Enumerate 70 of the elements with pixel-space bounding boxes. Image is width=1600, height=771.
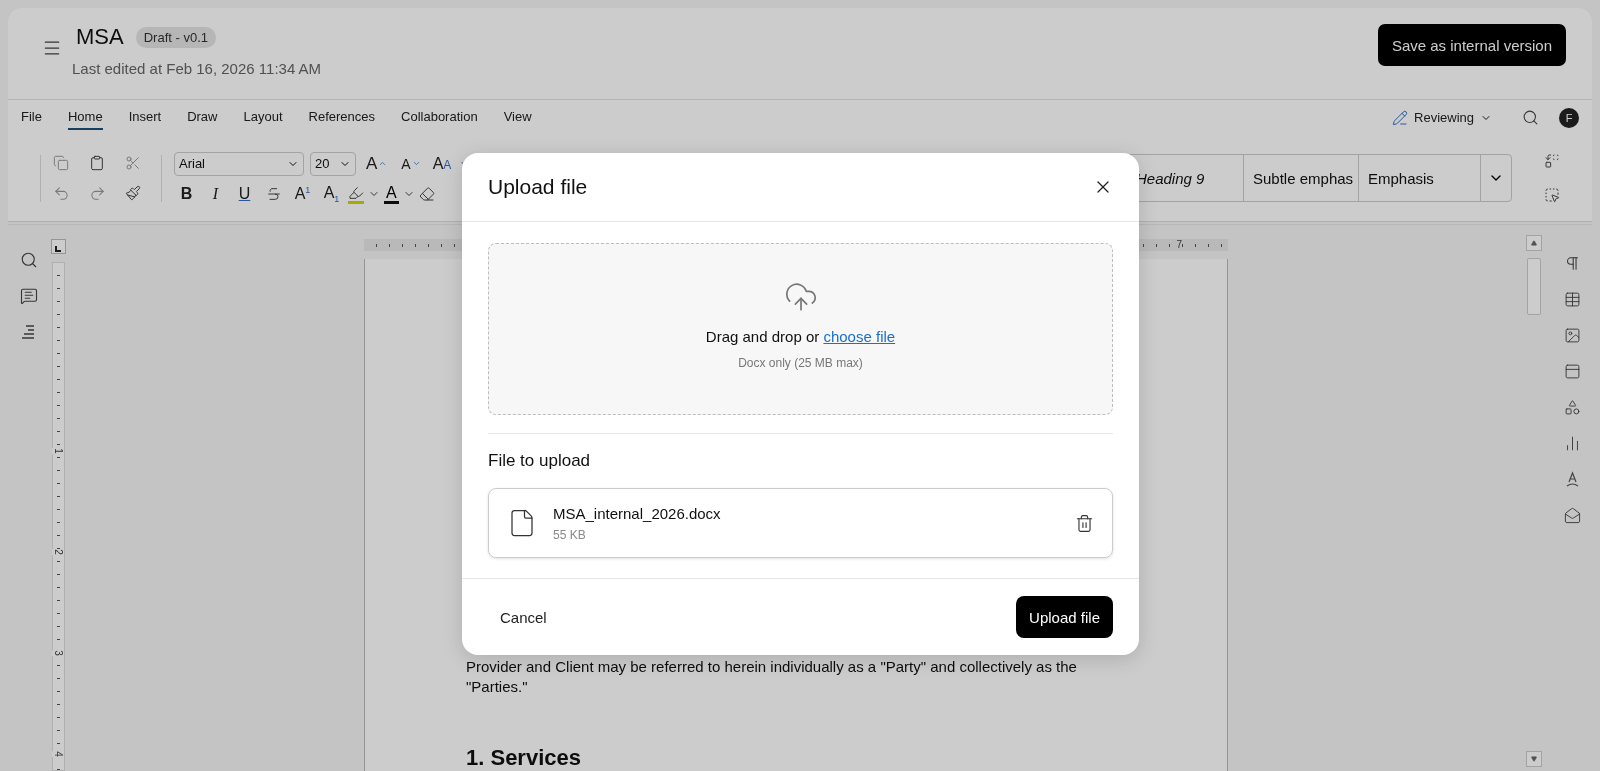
style-option[interactable]: Subtle emphas <box>1244 155 1359 201</box>
search-icon[interactable] <box>1522 109 1539 126</box>
document-paragraph: Provider and Client may be referred to herein individually as a "Party" and collectively as the "Parties." <box>466 657 1078 697</box>
table-icon[interactable] <box>1563 291 1581 308</box>
comment-icon[interactable] <box>20 287 38 305</box>
tab-stop-icon <box>54 245 62 253</box>
triangle-up-icon <box>1531 240 1537 246</box>
scrollbar-thumb[interactable] <box>1527 258 1541 315</box>
font-size-select[interactable]: 20 <box>310 151 356 176</box>
last-edited-text: Last edited at Feb 16, 2026 11:34 AM <box>72 60 322 77</box>
section-title: File to upload <box>488 451 592 471</box>
save-version-button[interactable]: Save as internal version <box>1377 24 1566 66</box>
format-button[interactable]: B <box>174 185 199 203</box>
menu-tab[interactable]: Draw <box>187 105 218 130</box>
font-select[interactable]: Arial <box>174 151 304 176</box>
redo-icon[interactable] <box>88 184 106 202</box>
user-avatar[interactable]: F <box>1559 107 1579 128</box>
style-option[interactable]: Emphasis <box>1359 155 1481 201</box>
ruler-number: 3 <box>52 650 64 656</box>
paintbrush-icon[interactable] <box>125 184 141 202</box>
highlighter-icon[interactable] <box>348 184 364 204</box>
cancel-button[interactable]: Cancel <box>488 598 559 636</box>
menu-tab[interactable]: File <box>21 105 42 130</box>
trash-icon[interactable] <box>1075 513 1094 533</box>
shrink-font-button[interactable]: A <box>397 155 425 172</box>
drop-zone[interactable]: Drag and drop or choose file Docx only (25 MB max) <box>488 243 1113 415</box>
scroll-down-button[interactable] <box>1526 751 1542 767</box>
scroll-up-button[interactable] <box>1526 235 1542 251</box>
file-name: MSA_internal_2026.docx <box>553 504 721 522</box>
envelope-icon[interactable] <box>1563 507 1581 524</box>
undo-icon[interactable] <box>52 184 70 202</box>
eraser-icon[interactable] <box>418 186 435 202</box>
drop-instructions: Drag and drop or choose file <box>705 328 896 345</box>
version-badge: Draft - v0.1 <box>135 26 216 48</box>
image-icon[interactable] <box>1563 327 1581 344</box>
ruler-number: 2 <box>52 549 64 555</box>
replace-icon[interactable] <box>1544 153 1560 169</box>
grow-font-button[interactable]: A <box>362 153 392 174</box>
format-button[interactable]: A$^{1}$ <box>290 184 315 204</box>
document-title: MSA <box>76 24 124 50</box>
menu-tab[interactable]: Collaboration <box>401 105 478 130</box>
format-button[interactable]: A$_{1}$ <box>319 183 344 205</box>
section-heading: 1. Services <box>466 745 582 771</box>
font-color-button[interactable]: A <box>384 184 399 204</box>
pen-icon <box>1392 109 1408 126</box>
menu-tab[interactable]: Home <box>67 105 103 130</box>
search-icon[interactable] <box>20 251 38 269</box>
reviewing-menu[interactable]: Reviewing <box>1386 108 1498 127</box>
file-type-hint: Docx only (25 MB max) <box>738 356 863 370</box>
shapes-icon[interactable] <box>1563 399 1581 416</box>
format-button[interactable]: U <box>232 185 257 203</box>
format-button[interactable]: I <box>203 185 228 203</box>
menu-tab[interactable]: Insert <box>128 105 162 130</box>
dialog-title: Upload file <box>488 175 588 199</box>
file-size: 55 KB <box>553 527 587 542</box>
ruler-number: 7 <box>1176 239 1182 251</box>
ruler-number: 1 <box>52 448 64 454</box>
select-icon[interactable] <box>1544 187 1560 203</box>
clipboard-icon[interactable] <box>89 154 105 171</box>
tab-stop-button[interactable] <box>50 239 66 254</box>
scissors-icon[interactable] <box>125 154 141 171</box>
choose-file-link[interactable]: choose file <box>823 328 896 345</box>
upload-button[interactable]: Upload file <box>1016 596 1113 638</box>
menu-tab[interactable]: Layout <box>243 105 283 130</box>
ruler-number: 4 <box>52 751 64 757</box>
menu-tab[interactable]: View <box>503 105 532 130</box>
change-case-button[interactable]: AA <box>430 154 454 173</box>
triangle-down-icon <box>1531 756 1537 762</box>
page-layout-icon[interactable] <box>1563 363 1581 380</box>
menu-tab[interactable]: References <box>308 105 376 130</box>
